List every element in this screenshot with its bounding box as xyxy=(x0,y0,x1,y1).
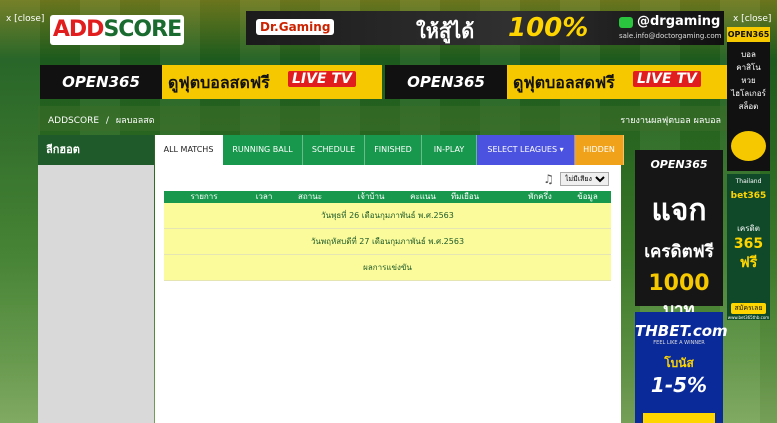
bet365-url: www.bet365thb.com xyxy=(727,315,770,320)
bet365-brand: bet365 xyxy=(730,191,767,201)
top-ad-brand: Dr.Gaming xyxy=(256,19,335,35)
ad2-line2: 1-5% xyxy=(650,373,708,397)
col-header: เวลา xyxy=(255,192,273,201)
banner-text: ดูฟุตบอลสดฟรี xyxy=(168,73,270,92)
close-left-link[interactable]: x [close] xyxy=(6,14,44,24)
top-ad-thai: ให้สู้ได้ xyxy=(416,19,475,43)
hot-league-panel: ลีกฮอต xyxy=(38,135,154,423)
sound-controls: ♫ ไม่มีเสียง xyxy=(543,172,609,186)
live-tv-badge: LIVE TV xyxy=(288,71,356,87)
open365-banner-2[interactable]: OPEN365 ดูฟุตบอลสดฟรี LIVE TV xyxy=(385,65,727,99)
top-ad-email: sale.info@doctorgaming.com xyxy=(619,32,722,40)
tab-in-play[interactable]: IN-PLAY xyxy=(422,135,477,165)
sound-select[interactable]: ไม่มีเสียง xyxy=(560,172,609,186)
match-tabs: ALL MATCHS RUNNING BALL SCHEDULE FINISHE… xyxy=(155,135,624,165)
breadcrumb-home[interactable]: ADDSCORE xyxy=(48,116,99,126)
col-header: รายการ xyxy=(190,192,218,201)
side-ad-lines: บอล คาสิโน หวย ไฮโลเกอร์ สล็อต xyxy=(731,50,766,111)
side-ad-bet365[interactable]: Thailand bet365 เครดิต 365 ฟรี สมัครเลย … xyxy=(727,174,770,320)
tab-schedule[interactable]: SCHEDULE xyxy=(303,135,365,165)
bet365-country: Thailand xyxy=(735,178,762,185)
hot-league-title: ลีกฮอต xyxy=(38,135,154,165)
bet365-text: เครดิต xyxy=(737,224,760,233)
side-ad-open365[interactable]: OPEN365 บอล คาสิโน หวย ไฮโลเกอร์ สล็อต xyxy=(727,27,770,171)
ad2-footer-bar xyxy=(643,413,715,423)
ad1-amount: 1000 xyxy=(648,271,710,296)
col-header: พักครึ่ง xyxy=(528,192,552,201)
side-ad-figure xyxy=(731,131,766,161)
col-header xyxy=(490,191,516,203)
banner-brand: OPEN365 xyxy=(385,65,507,99)
right-ad-thbet[interactable]: THBET.com FEEL LIKE A WINNER โบนัส 1-5% xyxy=(635,312,728,423)
live-tv-badge: LIVE TV xyxy=(633,71,701,87)
col-header: ข้อมูล xyxy=(577,192,598,201)
ad2-line1: โบนัส xyxy=(664,356,694,370)
ad1-brand: OPEN365 xyxy=(650,158,708,171)
col-header: คะแนน xyxy=(410,192,436,201)
sound-icon[interactable]: ♫ xyxy=(543,172,554,186)
ad1-line2: เครดิตฟรี xyxy=(644,242,714,262)
bet365-cta: สมัครเลย xyxy=(731,303,766,314)
breadcrumb-current: ผลบอลสด xyxy=(115,116,155,126)
open365-banner-1[interactable]: OPEN365 ดูฟุตบอลสดฟรี LIVE TV xyxy=(40,65,382,99)
tab-finished[interactable]: FINISHED xyxy=(365,135,422,165)
table-row[interactable]: วันพุธที่ 26 เดือนกุมภาพันธ์ พ.ศ.2563 xyxy=(164,203,611,229)
table-row[interactable]: ผลการแข่งขัน xyxy=(164,255,611,281)
col-header: สถานะ xyxy=(298,192,322,201)
breadcrumb: ADDSCORE / ผลบอลสด xyxy=(48,113,155,127)
col-header: เจ้าบ้าน xyxy=(357,192,385,201)
top-ad-banner[interactable]: Dr.Gaming ให้สู้ได้ 100% @drgaming sale.… xyxy=(246,11,724,45)
breadcrumb-separator: / xyxy=(105,116,109,126)
bet365-amount: 365 ฟรี xyxy=(733,236,764,271)
tab-running-ball[interactable]: RUNNING BALL xyxy=(223,135,303,165)
right-ad-open365[interactable]: OPEN365 แจก เครดิตฟรี 1000 บาท xyxy=(635,150,723,320)
top-ad-percent: 100% xyxy=(508,13,589,43)
ad2-slogan: FEEL LIKE A WINNER xyxy=(653,340,705,346)
banner-brand: OPEN365 xyxy=(40,65,162,99)
report-link[interactable]: รายงานผลฟุตบอล ผลบอล xyxy=(620,113,721,127)
side-ad-brand: OPEN365 xyxy=(727,27,770,42)
line-icon xyxy=(619,17,633,28)
logo-part1: ADD xyxy=(52,17,105,42)
logo-part2: SCORE xyxy=(103,17,182,42)
match-list-panel: ♫ ไม่มีเสียง รายการ เวลา สถานะ เจ้าบ้าน … xyxy=(155,165,621,423)
close-right-link[interactable]: x [close] xyxy=(733,14,771,24)
tab-hidden[interactable]: HIDDEN xyxy=(575,135,624,165)
ad1-line1: แจก xyxy=(651,193,707,228)
table-header: รายการ เวลา สถานะ เจ้าบ้าน คะแนน ทีมเยือ… xyxy=(164,191,611,203)
breadcrumb-bar: ADDSCORE / ผลบอลสด รายงานผลฟุตบอล ผลบอล xyxy=(38,106,727,131)
tab-select-leagues[interactable]: SELECT LEAGUES ▾ xyxy=(477,135,575,165)
tab-all-matchs[interactable]: ALL MATCHS xyxy=(155,135,223,165)
site-logo[interactable]: ADDSCORE xyxy=(50,15,184,45)
col-header: ทีมเยือน xyxy=(450,192,480,201)
table-row[interactable]: วันพฤหัสบดีที่ 27 เดือนกุมภาพันธ์ พ.ศ.25… xyxy=(164,229,611,255)
top-ad-line-id: @drgaming xyxy=(637,14,721,29)
banner-text: ดูฟุตบอลสดฟรี xyxy=(513,73,615,92)
ad2-brand: THBET.com xyxy=(635,322,728,340)
